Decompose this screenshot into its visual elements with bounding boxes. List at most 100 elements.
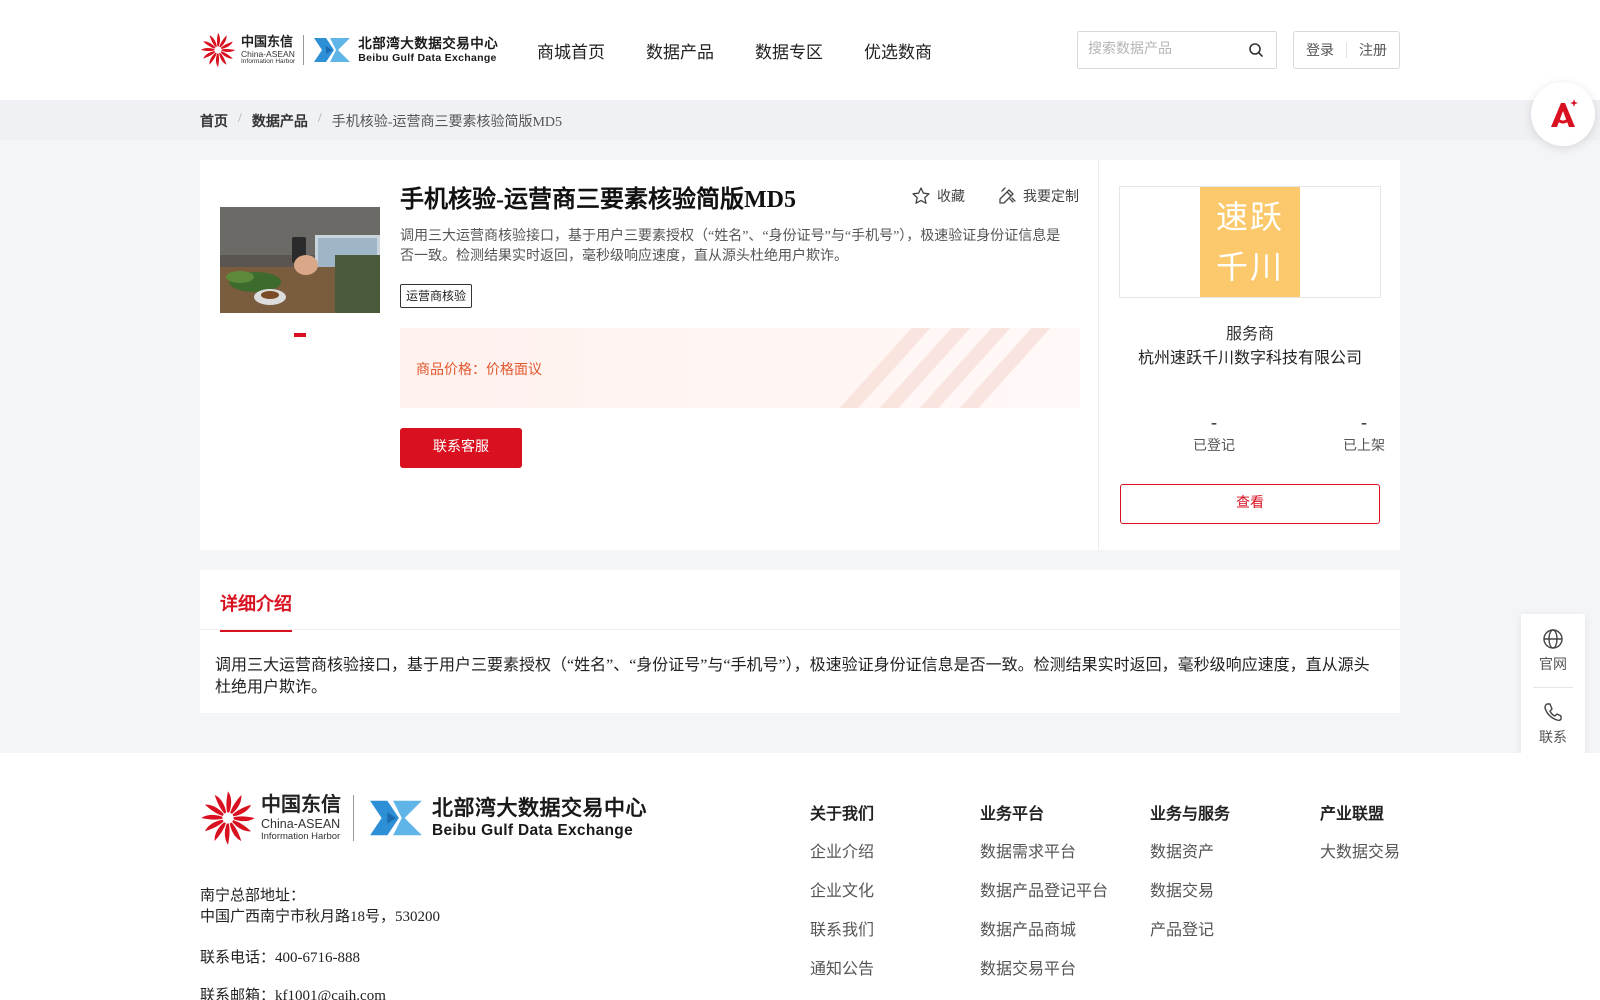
china-asean-wordmark: 中国东信 China-ASEAN Information Harbor — [261, 795, 341, 841]
footer-col-title: 产业联盟 — [1320, 806, 1385, 823]
price-value: 价格面议 — [486, 363, 542, 378]
footer-link[interactable]: 大数据交易 — [1320, 843, 1400, 862]
contact-service-button[interactable]: 联系客服 — [400, 428, 522, 468]
footer-col-title: 关于我们 — [810, 806, 875, 823]
footer-phone: 联系电话：400-6716-888 — [200, 950, 360, 966]
ai-assistant-button[interactable] — [1531, 82, 1595, 146]
nav-preferred-vendors[interactable]: 优选数商 — [864, 38, 932, 63]
price-label: 商品价格： — [416, 363, 486, 378]
beibu-gulf-en-name: Beibu Gulf Data Exchange — [432, 821, 633, 839]
footer-link[interactable]: 数据资产 — [1150, 843, 1230, 862]
view-vendor-button[interactable]: 查看 — [1120, 484, 1380, 524]
vendor-registered-stat: - 已登记 — [1174, 412, 1254, 455]
footer-col-platform: 业务平台 数据需求平台 数据产品登记平台 数据产品商城 数据交易平台 — [980, 800, 1108, 999]
listed-label: 已上架 — [1343, 439, 1385, 454]
footer-link[interactable]: 数据交易 — [1150, 882, 1230, 901]
breadcrumb-home[interactable]: 首页 — [200, 111, 228, 131]
side-divider — [1533, 687, 1573, 688]
detail-section: 详细介绍 调用三大运营商核验接口，基于用户三要素授权（“姓名”、“身份证号”与“… — [200, 570, 1400, 713]
customize-button[interactable]: 我要定制 — [997, 186, 1079, 206]
nav-data-zone[interactable]: 数据专区 — [755, 38, 823, 63]
footer-address-block: 南宁总部地址： 中国广西南宁市秋月路18号，530200 — [200, 886, 440, 928]
product-actions: 收藏 我要定制 — [911, 186, 1079, 206]
vendor-role: 服务商 — [1225, 326, 1274, 343]
auth-divider — [1346, 42, 1347, 58]
footer-col-services: 业务与服务 数据资产 数据交易 产品登记 — [1150, 800, 1230, 960]
footer-link[interactable]: 数据需求平台 — [980, 843, 1108, 862]
ai-assistant-icon — [1551, 99, 1578, 127]
login-link[interactable]: 登录 — [1306, 40, 1334, 60]
price-box: 商品价格：价格面议 — [400, 328, 1080, 408]
beibu-gulf-logo-icon — [314, 38, 351, 62]
customize-label: 我要定制 — [1023, 190, 1079, 205]
search-icon[interactable] — [1248, 42, 1264, 58]
footer-link[interactable]: 数据交易平台 — [980, 960, 1108, 979]
beibu-gulf-logo-icon — [370, 800, 422, 836]
detail-text: 调用三大运营商核验接口，基于用户三要素授权（“姓名”、“身份证号”与“手机号”）… — [215, 657, 1370, 696]
phone-icon — [1544, 703, 1562, 722]
china-asean-logo-icon — [201, 791, 255, 845]
footer-col-about: 关于我们 企业介绍 企业文化 联系我们 通知公告 — [810, 800, 874, 999]
logo-divider — [303, 35, 305, 65]
nav-data-products[interactable]: 数据产品 — [646, 38, 714, 63]
register-link[interactable]: 注册 — [1359, 40, 1387, 60]
favorite-label: 收藏 — [937, 190, 965, 205]
favorite-button[interactable]: 收藏 — [911, 186, 965, 206]
beibu-gulf-wordmark: 北部湾大数据交易中心 Beibu Gulf Data Exchange — [432, 798, 647, 839]
china-asean-logo-icon — [200, 32, 236, 68]
product-card: 手机核验-运营商三要素核验简版MD5 收藏 我要定制 调用三大运营商核验接口，基… — [200, 160, 1400, 550]
customize-icon — [999, 187, 1016, 204]
footer-col-title: 业务与服务 — [1150, 806, 1231, 823]
footer-link[interactable]: 数据产品商城 — [980, 921, 1108, 940]
china-asean-en-sub: Information Harbor — [261, 830, 341, 842]
product-card-divider — [1098, 160, 1099, 550]
price-box-decoration — [839, 328, 1051, 408]
footer-link[interactable]: 数据产品登记平台 — [980, 882, 1108, 901]
footer-address: 中国广西南宁市秋月路18号，530200 — [200, 909, 441, 925]
registered-label: 已登记 — [1193, 439, 1235, 454]
breadcrumb-separator: / — [238, 111, 242, 126]
china-asean-en-name: China-ASEAN — [241, 48, 295, 59]
site-logo[interactable]: 中国东信 China-ASEAN Information Harbor 北部湾大… — [200, 28, 498, 72]
footer-link[interactable]: 通知公告 — [810, 960, 874, 979]
vendor-name: 杭州速跃千川数字科技有限公司 — [1137, 350, 1362, 367]
image-carousel-indicator[interactable] — [294, 333, 306, 337]
china-asean-cn-name: 中国东信 — [261, 794, 341, 816]
china-asean-wordmark: 中国东信 China-ASEAN Information Harbor — [241, 35, 295, 66]
site-header: 中国东信 China-ASEAN Information Harbor 北部湾大… — [0, 0, 1600, 100]
listed-count: - — [1361, 412, 1367, 432]
product-title: 手机核验-运营商三要素核验简版MD5 — [400, 187, 796, 213]
breadcrumb-data-products[interactable]: 数据产品 — [252, 111, 308, 131]
search-box — [1077, 31, 1277, 69]
footer-link[interactable]: 联系我们 — [810, 921, 874, 940]
side-contact-button[interactable]: 联系 — [1521, 701, 1585, 747]
beibu-gulf-cn-name: 北部湾大数据交易中心 — [358, 35, 499, 51]
side-website-button[interactable]: 官网 — [1521, 628, 1585, 674]
footer-link[interactable]: 企业文化 — [810, 882, 874, 901]
side-contact-label: 联系 — [1539, 731, 1567, 746]
breadcrumb-current: 手机核验-运营商三要素核验简版MD5 — [331, 115, 563, 130]
breadcrumb: 首页 / 数据产品 / 手机核验-运营商三要素核验简版MD5 — [200, 111, 562, 131]
search-input[interactable] — [1078, 32, 1238, 68]
vendor-logo-frame: 速跃千川 — [1119, 186, 1381, 298]
logo-divider — [353, 795, 354, 841]
footer-link[interactable]: 企业介绍 — [810, 843, 874, 862]
footer-logo[interactable]: 中国东信 China-ASEAN Information Harbor 北部湾大… — [200, 789, 647, 847]
side-float-panel: 官网 联系 — [1521, 614, 1585, 760]
tab-detail[interactable]: 详细介绍 — [220, 590, 292, 632]
breadcrumb-bar: 首页 / 数据产品 / 手机核验-运营商三要素核验简版MD5 — [0, 100, 1600, 140]
globe-icon — [1543, 629, 1563, 649]
nav-mall-home[interactable]: 商城首页 — [537, 38, 605, 63]
footer-address-label: 南宁总部地址： — [200, 888, 306, 904]
price-line: 商品价格：价格面议 — [416, 359, 542, 379]
vendor-logo: 速跃千川 — [1200, 187, 1300, 297]
star-icon — [912, 187, 930, 204]
product-image[interactable] — [220, 207, 380, 313]
side-website-label: 官网 — [1539, 658, 1567, 673]
footer-email: 联系邮箱：kf1001@caih.com — [200, 988, 386, 1000]
breadcrumb-separator: / — [317, 111, 322, 126]
footer-link[interactable]: 产品登记 — [1150, 921, 1230, 940]
beibu-gulf-wordmark: 北部湾大数据交易中心 Beibu Gulf Data Exchange — [358, 35, 499, 64]
vendor-listed-stat: - 已上架 — [1324, 412, 1404, 455]
product-description: 调用三大运营商核验接口，基于用户三要素授权（“姓名”、“身份证号”与“手机号”）… — [400, 229, 1061, 264]
